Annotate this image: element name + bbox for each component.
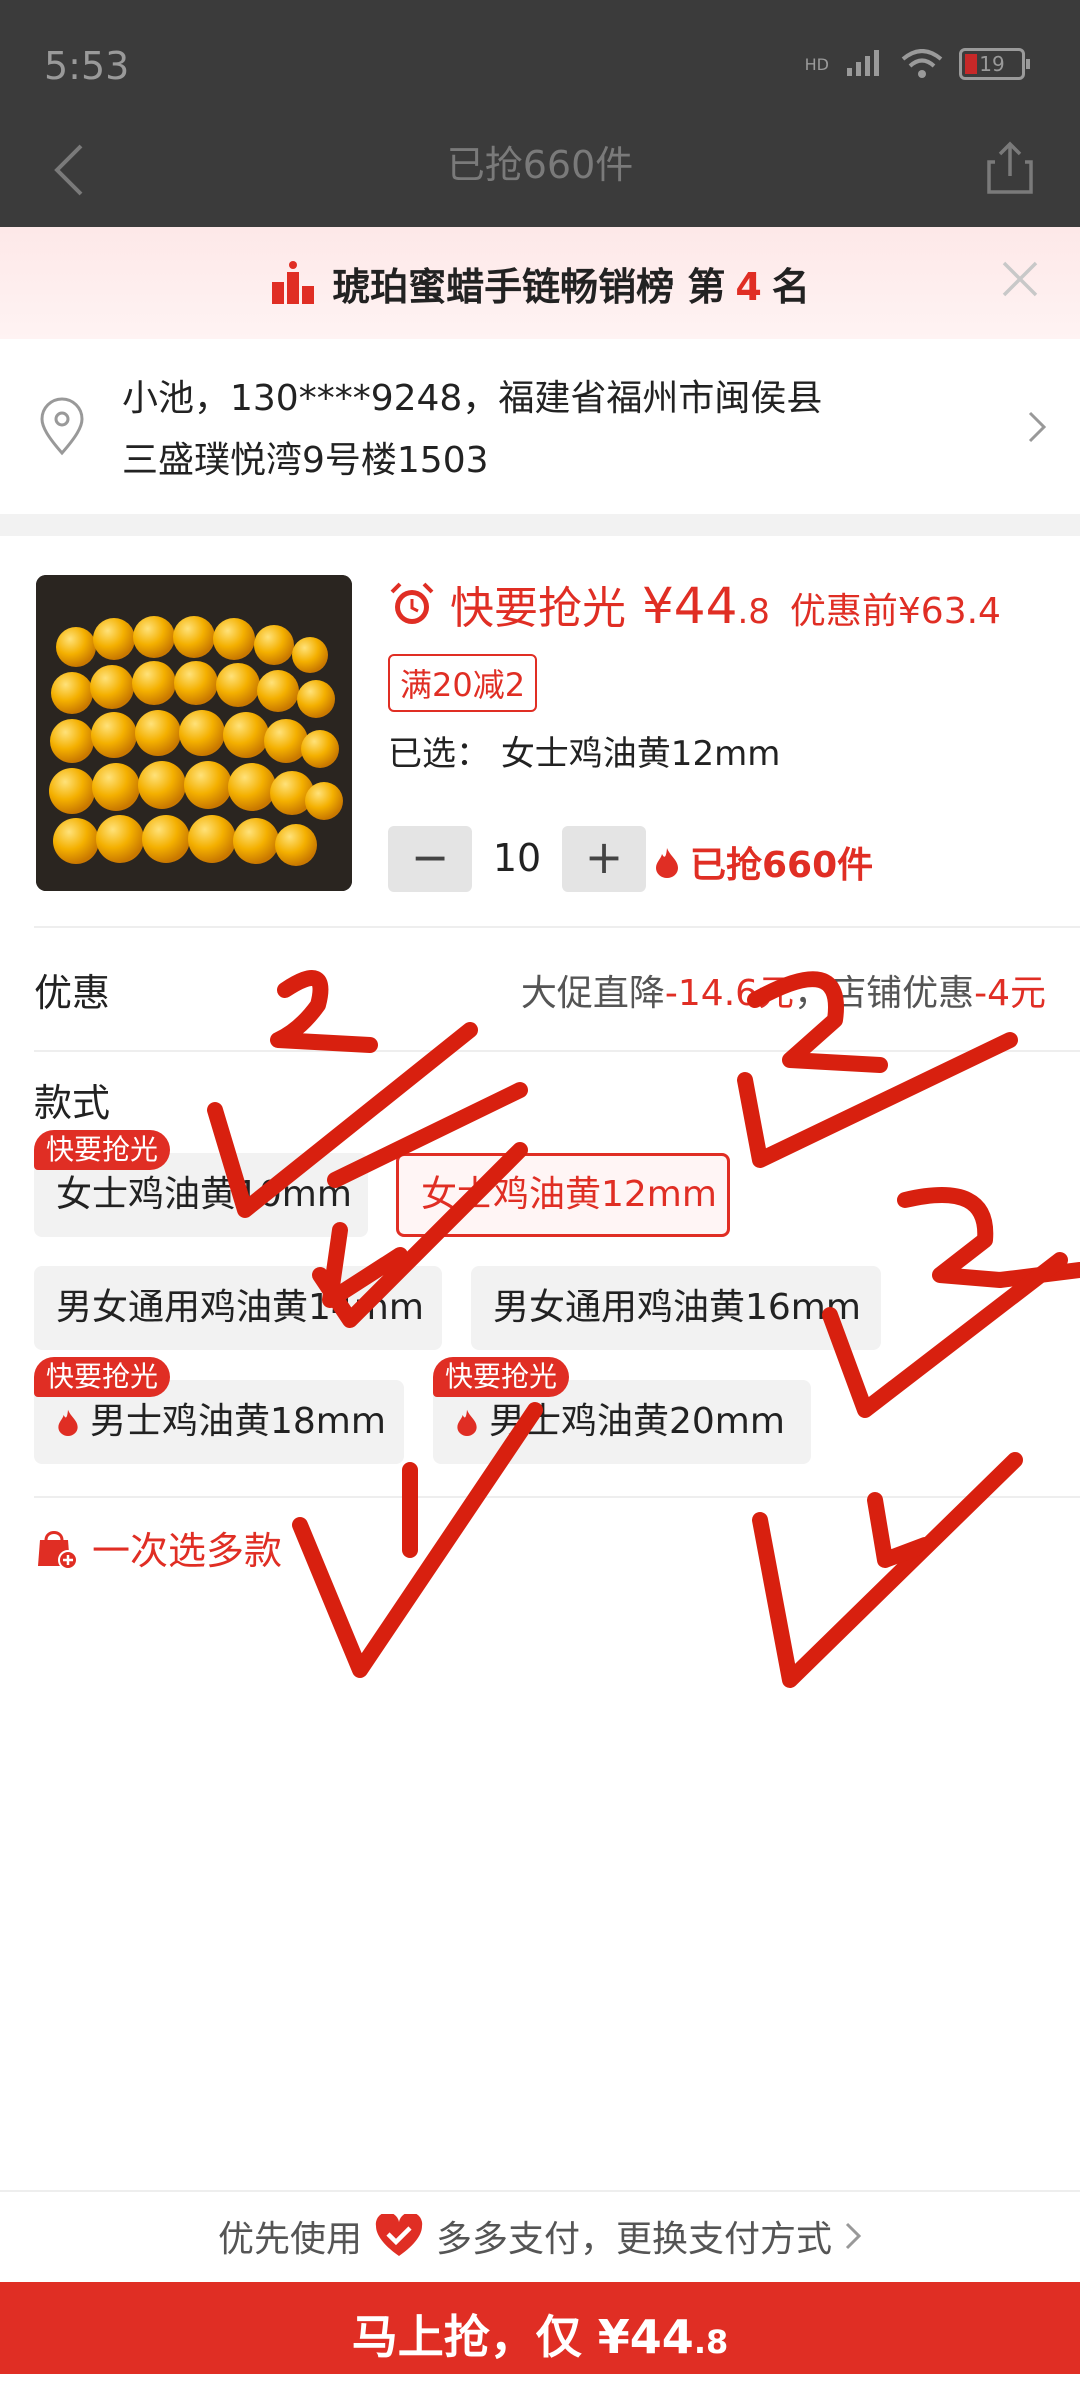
style-label: 款式: [34, 1081, 111, 1125]
address-line-1: 小池，130****9248，福建省福州市闽侯县: [122, 378, 823, 419]
battery-icon: 19: [959, 48, 1030, 80]
banner-text: 琥珀蜜蜡手链畅销榜 第4名: [332, 256, 810, 311]
style-option-label: 女士鸡油黄12mm: [421, 1174, 717, 1215]
style-option-2[interactable]: 女士鸡油黄12mm: [396, 1153, 730, 1237]
multi-select-button[interactable]: 一次选多款: [34, 1520, 282, 1575]
flame-icon: [656, 848, 678, 878]
chevron-right-icon: [1028, 411, 1047, 443]
alarm-clock-icon: [390, 582, 434, 624]
divider: [34, 926, 1080, 928]
quantity-plus-button[interactable]: +: [562, 826, 646, 892]
banner-prefix: 琥珀蜜蜡手链畅销榜 第: [332, 264, 726, 309]
flame-icon: [58, 1409, 78, 1436]
price-decimal: .8: [737, 592, 770, 632]
style-option-label: 男士鸡油黄20mm: [489, 1401, 785, 1442]
price-before-discount: 优惠前¥63.4: [789, 591, 1001, 632]
style-option-label: 男女通用鸡油黄16mm: [493, 1287, 861, 1328]
rank-banner[interactable]: 琥珀蜜蜡手链畅销榜 第4名: [0, 227, 1080, 339]
address-line-2: 三盛璞悦湾9号楼1503: [122, 440, 489, 481]
price-main: ¥44: [642, 577, 738, 635]
wifi-icon: [901, 49, 943, 78]
sold-count-text: 已抢660件: [690, 845, 874, 886]
coupon-badge: 满20减2: [388, 654, 538, 712]
payment-prefix: 优先使用: [217, 2219, 362, 2260]
multi-select-label: 一次选多款: [92, 1529, 283, 1573]
sell-fast-tag: 快要抢光: [34, 1357, 171, 1397]
section-divider: [0, 514, 1080, 536]
signal-icon: [847, 50, 879, 76]
buy-label: 马上抢，仅 ¥44: [351, 2310, 694, 2364]
flame-icon: [457, 1409, 477, 1436]
payment-method: 多多支付，更换支付方式: [436, 2219, 833, 2260]
promo-label: 优惠: [34, 971, 111, 1015]
promo-amount-2: -4元: [974, 973, 1046, 1014]
divider: [34, 1050, 1080, 1052]
shopping-bag-plus-icon: [38, 1530, 78, 1570]
price-row: 快要抢光 ¥44.8 优惠前¥63.4: [388, 572, 1001, 636]
amber-bracelet-image: [36, 575, 352, 891]
style-option-label: 女士鸡油黄10mm: [56, 1174, 352, 1215]
selected-label: 已选：: [388, 734, 490, 774]
promo-part-1: 大促直降: [520, 973, 665, 1014]
status-icons: HD 19: [804, 48, 1030, 80]
share-icon[interactable]: [985, 140, 1035, 195]
page-title: 已抢660件: [446, 143, 634, 187]
sell-fast-tag: 快要抢光: [34, 1130, 171, 1170]
product-image[interactable]: [36, 575, 352, 891]
selected-value: 女士鸡油黄12mm: [500, 734, 781, 774]
style-option-label: 男士鸡油黄18mm: [90, 1401, 386, 1442]
divider: [34, 1496, 1080, 1498]
buy-now-button[interactable]: 马上抢，仅 ¥44.8: [0, 2282, 1080, 2374]
nav-bar: 已抢660件: [0, 130, 1080, 227]
quantity-minus-button[interactable]: −: [388, 826, 472, 892]
promo-amount-1: -14.6元: [664, 973, 795, 1014]
location-icon: [40, 397, 84, 456]
banner-rank: 4: [735, 264, 762, 309]
close-icon[interactable]: [998, 257, 1042, 301]
banner-suffix: 名: [771, 264, 810, 309]
status-time: 5:53: [44, 44, 130, 88]
duoduo-pay-icon: [375, 2214, 423, 2256]
status-bar: 5:53 HD 19: [0, 0, 1080, 130]
promo-part-2: 店铺优惠: [830, 973, 975, 1014]
sell-fast-label: 快要抢光: [450, 583, 626, 634]
chevron-right-icon: [845, 2222, 862, 2250]
quantity-value[interactable]: 10: [482, 836, 552, 880]
ranking-icon: [272, 261, 315, 304]
promo-detail[interactable]: 大促直降-14.6元，店铺优惠-4元: [521, 964, 1046, 1016]
selected-spec: 已选： 女士鸡油黄12mm: [388, 726, 780, 775]
promo-separator: ，: [794, 973, 831, 1014]
network-label: HD: [804, 54, 829, 74]
address-card[interactable]: 小池，130****9248，福建省福州市闽侯县 三盛璞悦湾9号楼1503: [0, 339, 1080, 514]
style-option-3[interactable]: 男女通用鸡油黄14mm: [34, 1266, 442, 1350]
sold-count: 已抢660件: [654, 836, 873, 888]
style-option-label: 男女通用鸡油黄14mm: [56, 1287, 424, 1328]
payment-method-row[interactable]: 优先使用 多多支付，更换支付方式: [0, 2192, 1080, 2280]
style-option-4[interactable]: 男女通用鸡油黄16mm: [471, 1266, 881, 1350]
buy-price-decimal: .8: [693, 2323, 729, 2361]
sell-fast-tag: 快要抢光: [433, 1357, 570, 1397]
